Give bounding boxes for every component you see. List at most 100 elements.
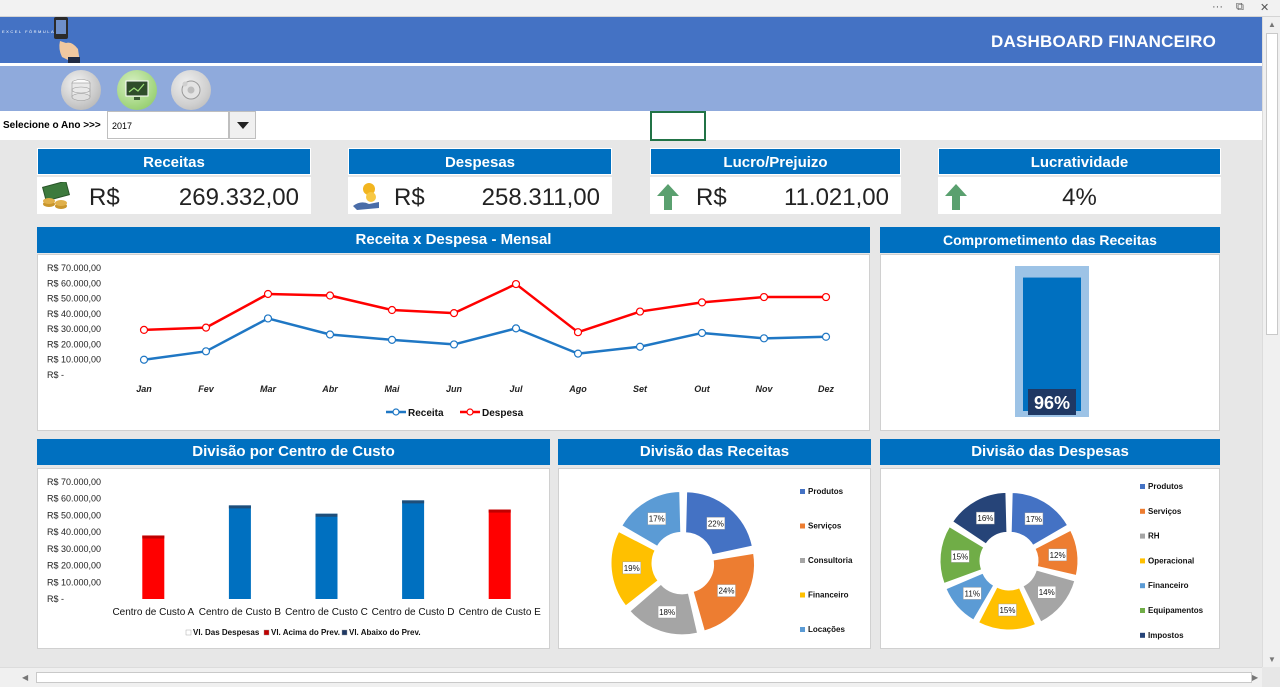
legend-swatch: [800, 627, 805, 632]
x-tick-label: Jun: [446, 384, 463, 394]
legend-label: Locações: [808, 625, 845, 634]
y-tick-label: R$ 40.000,00: [47, 309, 101, 319]
revenue-split-panel: 22% 24% 18% 19% 17% Produtos Serviços Consultor…: [558, 468, 871, 649]
y-tick-label: R$ 40.000,00: [47, 527, 101, 537]
y-tick-label: R$ 10.000,00: [47, 355, 101, 365]
legend-swatch: [1140, 558, 1145, 564]
data-point: [635, 307, 645, 316]
kpi-value: 4%: [1062, 184, 1097, 211]
slice-label: 11%: [965, 589, 980, 598]
legend-label: Serviços: [808, 522, 842, 531]
data-point: [325, 330, 335, 339]
data-point: [201, 347, 211, 356]
database-button[interactable]: [61, 70, 101, 110]
bar: [315, 513, 338, 599]
header-banner: EXCEL FÓRMULA DASHBOARD FINANCEIRO: [0, 17, 1262, 63]
y-tick-label: R$ 10.000,00: [47, 577, 101, 587]
legend-swatch: [1140, 533, 1145, 539]
restore-icon[interactable]: ⧉: [1236, 1, 1244, 14]
legend-marker: [466, 408, 474, 416]
data-point: [325, 291, 335, 300]
data-point: [759, 334, 769, 343]
slice-label: 17%: [1026, 515, 1042, 524]
kpi-currency: R$: [696, 184, 727, 211]
legend-swatch: [800, 489, 805, 494]
series-line-despesa: [143, 282, 826, 334]
y-tick-label: R$ -: [47, 594, 64, 604]
data-point: [387, 335, 397, 344]
legend-swatch: [800, 523, 805, 529]
data-point: [139, 325, 149, 335]
kpi-lucro: R$ 11.021,00: [650, 177, 901, 214]
y-tick-label: R$ 70.000,00: [47, 477, 101, 487]
x-tick-label: Centro de Custo D: [372, 607, 455, 618]
x-tick-label: Set: [633, 384, 648, 394]
legend-swatch: [263, 629, 270, 636]
year-dropdown[interactable]: 2017: [107, 111, 229, 139]
legend-swatch: [800, 558, 805, 563]
kpi-currency: R$: [394, 184, 425, 211]
legend-label: Consultoria: [808, 556, 853, 565]
close-icon[interactable]: ✕: [1260, 1, 1269, 14]
x-tick-label: Centro de Custo E: [459, 607, 542, 618]
toolbar: [0, 66, 1262, 111]
kpi-lucratividade-title: Lucratividade: [938, 148, 1221, 175]
data-point: [821, 292, 831, 302]
gauge-chart: 96%: [1015, 266, 1089, 417]
scroll-up-icon[interactable]: ▲: [1268, 20, 1276, 29]
scroll-left-icon[interactable]: ◀: [22, 673, 28, 682]
selected-cell[interactable]: [650, 111, 706, 141]
more-options-icon[interactable]: ···: [1212, 1, 1223, 13]
x-tick-label: Out: [694, 384, 710, 394]
y-tick-label: R$ 70.000,00: [47, 263, 101, 273]
bar-cap: [488, 509, 511, 513]
bar-cap: [315, 513, 338, 517]
cost-center-title: Divisão por Centro de Custo: [37, 439, 550, 465]
legend-swatch: [1140, 484, 1145, 489]
legend-label: Produtos: [808, 487, 844, 496]
data-point: [697, 328, 707, 338]
data-point: [511, 324, 521, 333]
bar-cap: [142, 535, 165, 539]
data-point: [201, 323, 211, 332]
legend-swatch: [185, 629, 192, 636]
scroll-down-icon[interactable]: ▼: [1268, 655, 1276, 664]
logo: EXCEL FÓRMULA: [2, 17, 80, 63]
page-title: DASHBOARD FINANCEIRO: [991, 32, 1216, 51]
legend-label: Financeiro: [808, 591, 849, 600]
chevron-down-icon[interactable]: [229, 111, 256, 139]
kpi-lucro-title: Lucro/Prejuizo: [650, 148, 901, 175]
vertical-scroll-thumb[interactable]: [1266, 33, 1278, 335]
dashboard-button[interactable]: [117, 70, 157, 110]
vertical-scrollbar[interactable]: ▲ ▼: [1262, 17, 1280, 667]
slice-label: 18%: [659, 608, 675, 617]
y-tick-label: R$ 20.000,00: [47, 561, 101, 571]
line-chart: R$ 70.000,00 R$ 60.000,00 R$ 50.000,00 R$ 4…: [47, 263, 834, 419]
x-tick-label: Centro de Custo A: [112, 607, 194, 618]
horizontal-scroll-thumb[interactable]: [36, 672, 1252, 683]
expense-split-title: Divisão das Despesas: [880, 439, 1220, 465]
horizontal-scrollbar[interactable]: ◀ ▶: [0, 667, 1262, 687]
kpi-despesas: R$ 258.311,00: [348, 177, 612, 214]
bar: [142, 535, 165, 599]
y-tick-label: R$ 60.000,00: [47, 278, 101, 288]
legend-label: Receita: [408, 408, 444, 419]
slice-label: 15%: [999, 606, 1015, 615]
x-tick-label: Centro de Custo C: [285, 607, 368, 618]
data-point: [821, 332, 831, 341]
kpi-value: 11.021,00: [784, 184, 889, 211]
kpi-receitas: R$ 269.332,00: [37, 177, 311, 214]
gauge-value-label: 96%: [1034, 393, 1070, 413]
legend-label: Despesa: [482, 408, 524, 419]
revenue-split-title: Divisão das Receitas: [558, 439, 871, 465]
bar: [488, 509, 511, 599]
kpi-value: 269.332,00: [178, 184, 299, 211]
year-dropdown-value: 2017: [112, 121, 133, 131]
data-point: [263, 314, 273, 323]
kpi-currency: R$: [89, 184, 120, 211]
y-tick-label: R$ 30.000,00: [47, 324, 101, 334]
scroll-right-icon[interactable]: ▶: [1252, 673, 1258, 682]
gear-icon: [181, 80, 201, 100]
window-chrome: ··· ⧉ ✕: [0, 0, 1280, 17]
settings-button[interactable]: [171, 70, 211, 110]
